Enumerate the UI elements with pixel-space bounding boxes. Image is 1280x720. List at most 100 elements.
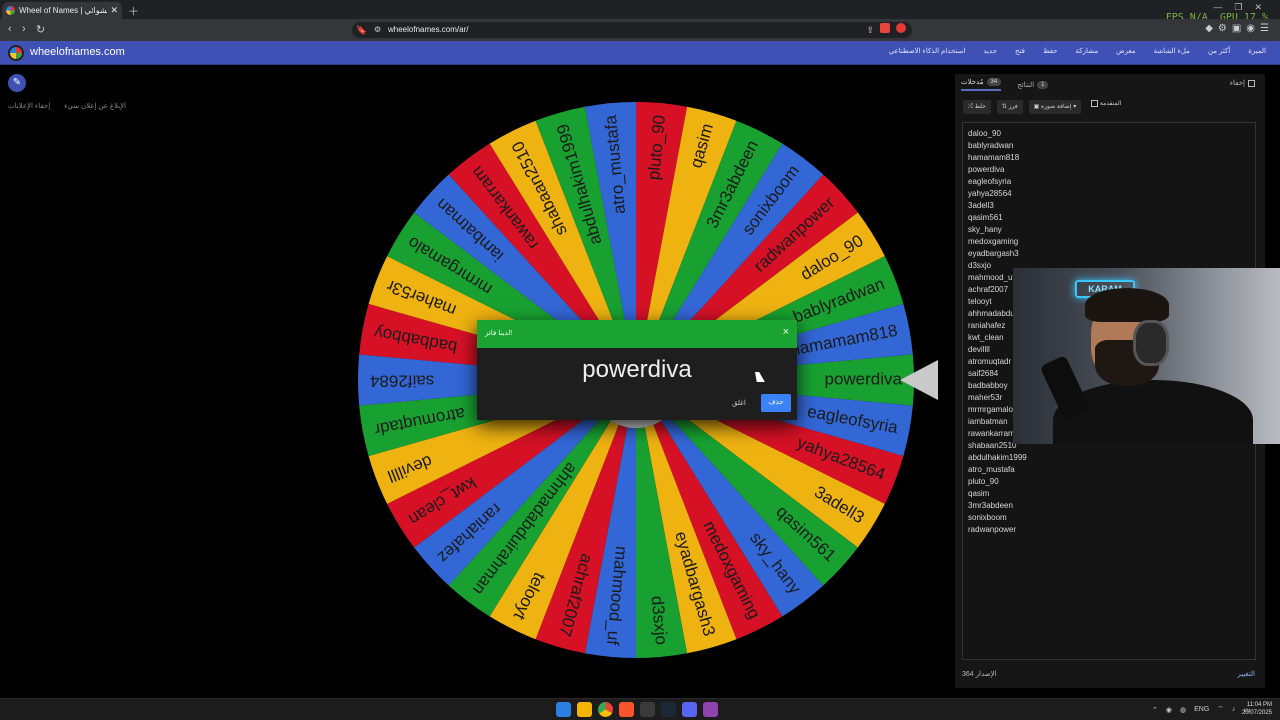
chrome-icon[interactable] bbox=[598, 702, 613, 717]
customize-pencil-icon[interactable]: ✎ bbox=[8, 74, 26, 92]
tray-app-icon[interactable]: ◉ bbox=[1166, 706, 1172, 714]
entry-row[interactable]: medoxgaming bbox=[968, 236, 1250, 248]
advanced-label: المتقدمة bbox=[1099, 101, 1122, 108]
hide-label: إخفاء bbox=[1229, 80, 1245, 87]
volume-icon[interactable]: ♪ bbox=[1232, 706, 1236, 713]
app-icon[interactable] bbox=[703, 702, 718, 717]
steam-icon[interactable] bbox=[661, 702, 676, 717]
tab-results[interactable]: النتائج 1 bbox=[1017, 78, 1049, 91]
brave-icon[interactable] bbox=[619, 702, 634, 717]
tab-entries[interactable]: مُدخلات 34 bbox=[961, 78, 1002, 91]
clock-time: 11:04 PM bbox=[1246, 702, 1272, 708]
toolbar-icons[interactable]: ◆⚙▣◉☰ bbox=[1205, 23, 1274, 34]
screen: Wheel of Names | عجلة الأسماء العشوائي ✕… bbox=[0, 0, 1280, 720]
add-image-button[interactable]: ▣ إضافة صورة ▾ bbox=[1028, 100, 1082, 114]
new-tab-icon[interactable]: ＋ bbox=[128, 3, 139, 19]
entry-row[interactable]: daloo_90 bbox=[968, 128, 1250, 140]
tab-close-icon[interactable]: ✕ bbox=[110, 5, 118, 16]
close-icon[interactable]: × bbox=[783, 326, 789, 338]
tab-entries-label: مُدخلات bbox=[961, 79, 984, 86]
url-text: wheelofnames.com/ar/ bbox=[388, 25, 469, 34]
wheel-segment-label: saif2684 bbox=[370, 372, 434, 391]
lang-indicator[interactable]: ENG bbox=[1194, 706, 1209, 713]
back-icon[interactable]: ‹ bbox=[8, 23, 12, 35]
advanced-checkbox[interactable] bbox=[1091, 100, 1099, 107]
tab-results-count: 1 bbox=[1037, 80, 1049, 89]
entry-row[interactable]: eagleofsyria bbox=[968, 176, 1250, 188]
taskbar-apps bbox=[556, 702, 718, 717]
entry-row[interactable]: 3mr3abdeen bbox=[968, 500, 1250, 512]
tab-results-label: النتائج bbox=[1017, 81, 1035, 89]
wifi-icon[interactable]: ⌔ bbox=[1217, 705, 1224, 714]
entry-row[interactable]: 3adell3 bbox=[968, 200, 1250, 212]
menu-item-gallery[interactable]: معرض bbox=[1116, 47, 1135, 55]
dialog-title: لدينا فائز! bbox=[485, 330, 513, 337]
browser-toolbar: ‹ › ↻ 🔖 ⚙ wheelofnames.com/ar/ ⇪ ◆⚙▣◉☰ bbox=[0, 19, 1280, 41]
shuffle-button[interactable]: ⤮ خلط bbox=[963, 100, 991, 114]
entry-row[interactable]: hamamam818 bbox=[968, 152, 1250, 164]
mouse-cursor-icon bbox=[755, 372, 765, 382]
rewards-icon[interactable] bbox=[896, 23, 906, 33]
entry-row[interactable]: yahya28564 bbox=[968, 188, 1250, 200]
entry-row[interactable]: qasim561 bbox=[968, 212, 1250, 224]
system-tray: ⌃ ◉ ◍ ENG ⌔ ♪ ▭ bbox=[1152, 705, 1250, 714]
forward-icon[interactable]: › bbox=[22, 23, 26, 35]
headset-icon bbox=[1133, 320, 1169, 366]
person-hair bbox=[1085, 288, 1169, 322]
media-icon[interactable] bbox=[640, 702, 655, 717]
tray-network-icon[interactable]: ◍ bbox=[1180, 706, 1186, 714]
clock[interactable]: 11:04 PM 20/07/2025 bbox=[1242, 701, 1272, 717]
winner-dialog: لدينا فائز! × powerdiva اغلق حذف bbox=[477, 320, 797, 420]
hide-ads-link[interactable]: إخفاء الإعلانات bbox=[8, 103, 50, 110]
menu-item-share[interactable]: مشاركة bbox=[1076, 47, 1099, 55]
add-image-label: إضافة صورة bbox=[1040, 104, 1072, 110]
entry-row[interactable]: qasim bbox=[968, 488, 1250, 500]
hide-checkbox[interactable] bbox=[1248, 79, 1255, 87]
entry-row[interactable]: radwanpower bbox=[968, 524, 1250, 536]
version-text: الإصدار 364 bbox=[962, 671, 997, 678]
entry-row[interactable]: sonixboom bbox=[968, 512, 1250, 524]
tab-entries-count: 34 bbox=[986, 78, 1002, 86]
dialog-remove-button[interactable]: حذف bbox=[761, 394, 791, 412]
brave-shield-icon[interactable] bbox=[880, 23, 890, 33]
site-logo-icon[interactable] bbox=[8, 45, 24, 61]
windows-start-icon[interactable] bbox=[556, 702, 571, 717]
discord-icon[interactable] bbox=[682, 702, 697, 717]
address-bar[interactable]: 🔖 ⚙ wheelofnames.com/ar/ ⇪ bbox=[352, 22, 912, 38]
browser-tab[interactable]: Wheel of Names | عجلة الأسماء العشوائي ✕ bbox=[2, 2, 122, 19]
site-info-icon[interactable]: ⚙ bbox=[374, 22, 381, 38]
entry-row[interactable]: pluto_90 bbox=[968, 476, 1250, 488]
entry-row[interactable]: atro_mustafa bbox=[968, 464, 1250, 476]
menu-item-features[interactable]: الميزة bbox=[1248, 47, 1266, 55]
entry-row[interactable]: bablyradwan bbox=[968, 140, 1250, 152]
report-ad-link[interactable]: الإبلاغ عن إعلان سيء bbox=[64, 103, 126, 110]
bookmark-icon[interactable]: 🔖 bbox=[356, 22, 367, 38]
entry-row[interactable]: powerdiva bbox=[968, 164, 1250, 176]
dialog-close-button[interactable]: اغلق bbox=[732, 399, 746, 407]
changelog-link[interactable]: التغيير bbox=[1237, 670, 1255, 678]
menu-item-open[interactable]: فتح bbox=[1015, 47, 1025, 55]
entry-row[interactable]: abdulhakim1999 bbox=[968, 452, 1250, 464]
menu-item-fullscreen[interactable]: ملء الشاشة bbox=[1154, 47, 1190, 55]
entry-row[interactable]: sky_hany bbox=[968, 224, 1250, 236]
chevron-down-icon: ▾ bbox=[1073, 104, 1077, 110]
site-name[interactable]: wheelofnames.com bbox=[30, 46, 125, 58]
sort-icon: ⇅ bbox=[1001, 104, 1009, 110]
menu-item-ai[interactable]: استخدام الذكاء الاصطناعي bbox=[889, 47, 966, 55]
menu-item-save[interactable]: حفظ bbox=[1043, 47, 1058, 55]
file-explorer-icon[interactable] bbox=[577, 702, 592, 717]
tray-chevron-icon[interactable]: ⌃ bbox=[1152, 706, 1158, 714]
ad-links: الإبلاغ عن إعلان سيء إخفاء الإعلانات bbox=[8, 102, 138, 110]
site-menu: الميزة أكثر من ملء الشاشة معرض مشاركة حف… bbox=[889, 47, 1266, 55]
sort-button[interactable]: ⇅ فرز bbox=[996, 100, 1023, 114]
menu-item-more[interactable]: أكثر من bbox=[1208, 47, 1230, 55]
advanced-toggle[interactable]: المتقدمة bbox=[1087, 100, 1121, 114]
entry-row[interactable]: eyadbargash3 bbox=[968, 248, 1250, 260]
sort-label: فرز bbox=[1008, 104, 1018, 110]
browser-tabstrip: Wheel of Names | عجلة الأسماء العشوائي ✕… bbox=[0, 0, 1280, 23]
menu-item-new[interactable]: جديد bbox=[983, 47, 997, 55]
hide-panel-toggle[interactable]: إخفاء bbox=[1230, 79, 1255, 87]
reload-icon[interactable]: ↻ bbox=[36, 23, 45, 36]
share-icon[interactable]: ⇪ bbox=[866, 22, 874, 38]
clock-date: 20/07/2025 bbox=[1241, 710, 1272, 716]
